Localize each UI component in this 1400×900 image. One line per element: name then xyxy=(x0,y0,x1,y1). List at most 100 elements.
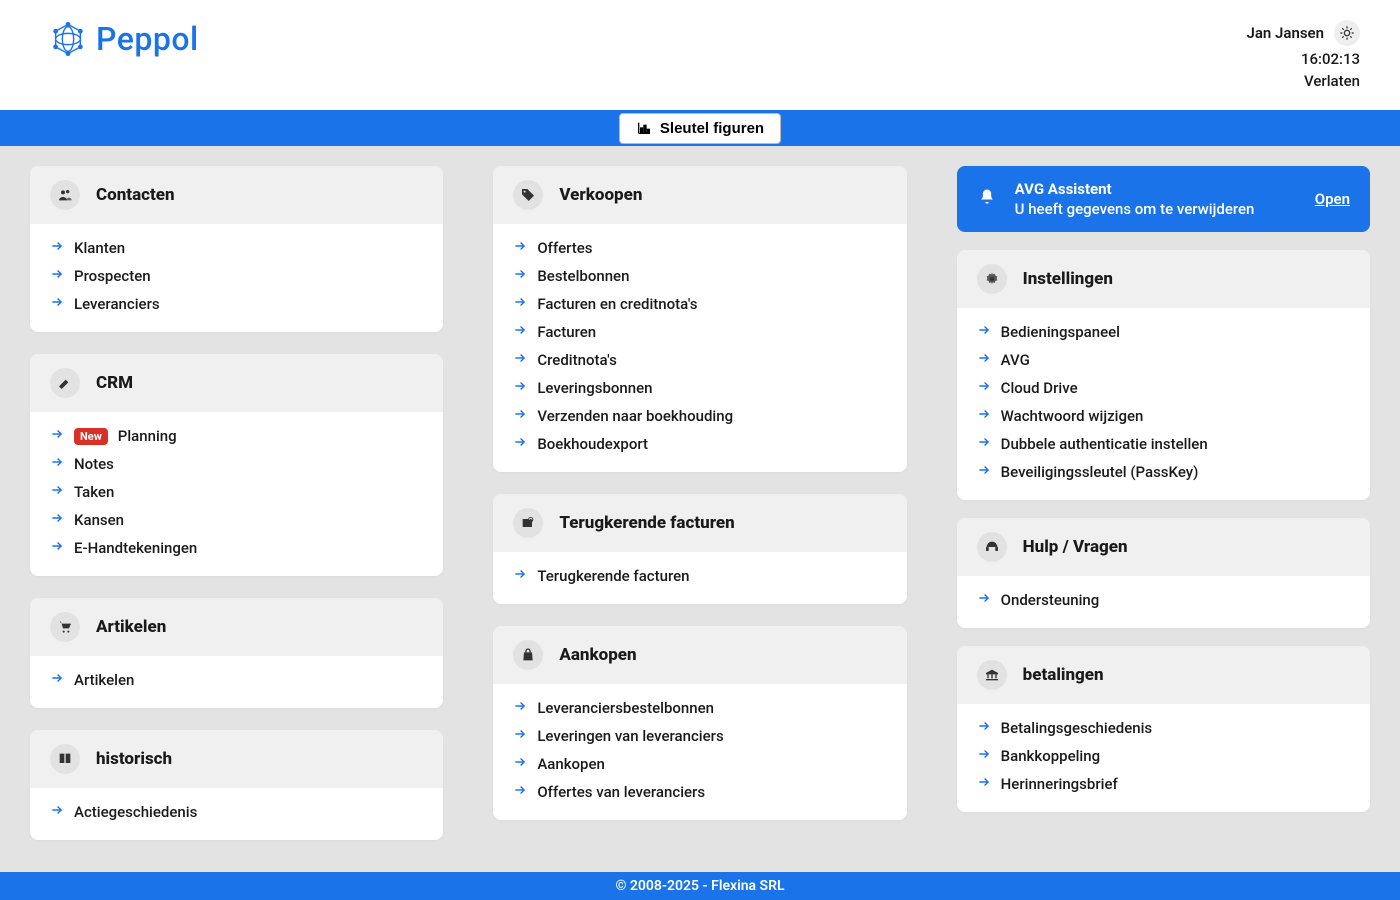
link-boekhoudexport[interactable]: Boekhoudexport xyxy=(513,430,886,458)
arrow-icon xyxy=(50,511,64,529)
link-leveringen-leveranciers[interactable]: Leveringen van leveranciers xyxy=(513,722,886,750)
card-betalingen: betalingen Betalingsgeschiedenis Bankkop… xyxy=(957,646,1370,812)
arrow-icon xyxy=(513,727,527,745)
arrow-icon xyxy=(977,379,991,397)
arrow-icon xyxy=(513,407,527,425)
card-hulp: Hulp / Vragen Ondersteuning xyxy=(957,518,1370,628)
arrow-icon xyxy=(50,803,64,821)
key-figures-label: Sleutel figuren xyxy=(660,120,764,137)
arrow-icon xyxy=(50,295,64,313)
link-kansen[interactable]: Kansen xyxy=(50,506,423,534)
card-header-verkoopen: Verkoopen xyxy=(493,166,906,224)
arrow-icon xyxy=(977,323,991,341)
arrow-icon xyxy=(513,267,527,285)
bank-icon xyxy=(977,660,1007,690)
card-header-terugkerend: Terugkerende facturen xyxy=(493,494,906,552)
card-title: Instellingen xyxy=(1023,269,1113,289)
arrow-icon xyxy=(50,427,64,445)
arrow-icon xyxy=(977,351,991,369)
link-actiegeschiedenis[interactable]: Actiegeschiedenis xyxy=(50,798,423,826)
header-right: Jan Jansen 16:02:13 Verlaten xyxy=(1247,20,1360,90)
card-header-instellingen: Instellingen xyxy=(957,250,1370,308)
arrow-icon xyxy=(513,699,527,717)
card-artikelen: Artikelen Artikelen xyxy=(30,598,443,708)
link-bedieningspaneel[interactable]: Bedieningspaneel xyxy=(977,318,1350,346)
link-offertes-leveranciers[interactable]: Offertes van leveranciers xyxy=(513,778,886,806)
card-verkoopen: Verkoopen Offertes Bestelbonnen Facturen… xyxy=(493,166,906,472)
theme-toggle[interactable] xyxy=(1334,20,1360,46)
card-title: historisch xyxy=(96,749,172,769)
link-notes[interactable]: Notes xyxy=(50,450,423,478)
arrow-icon xyxy=(513,351,527,369)
bag-icon xyxy=(513,640,543,670)
card-aankopen: Aankopen Leveranciersbestelbonnen Leveri… xyxy=(493,626,906,820)
arrow-icon xyxy=(50,455,64,473)
new-badge: New xyxy=(74,428,108,445)
footer: © 2008-2025 - Flexina SRL xyxy=(0,872,1400,900)
alert-title: AVG Assistent xyxy=(1015,180,1297,198)
link-2fa[interactable]: Dubbele authenticatie instellen xyxy=(977,430,1350,458)
link-facturen[interactable]: Facturen xyxy=(513,318,886,346)
app-header: Peppol Jan Jansen 16:02:13 Verlaten xyxy=(0,0,1400,110)
arrow-icon xyxy=(513,323,527,341)
card-terugkerend: Terugkerende facturen Terugkerende factu… xyxy=(493,494,906,604)
link-herinneringsbrief[interactable]: Herinneringsbrief xyxy=(977,770,1350,798)
link-leveranciers[interactable]: Leveranciers xyxy=(50,290,423,318)
link-leveranciersbestelbonnen[interactable]: Leveranciersbestelbonnen xyxy=(513,694,886,722)
sun-icon xyxy=(1339,25,1355,41)
link-prospecten[interactable]: Prospecten xyxy=(50,262,423,290)
bell-icon xyxy=(977,187,997,211)
link-facturen-creditnotas[interactable]: Facturen en creditnota's xyxy=(513,290,886,318)
card-instellingen: Instellingen Bedieningspaneel AVG Cloud … xyxy=(957,250,1370,500)
arrow-icon xyxy=(977,747,991,765)
link-bestelbonnen[interactable]: Bestelbonnen xyxy=(513,262,886,290)
card-title: Hulp / Vragen xyxy=(1023,537,1128,557)
arrow-icon xyxy=(513,295,527,313)
link-wachtwoord[interactable]: Wachtwoord wijzigen xyxy=(977,402,1350,430)
gear-icon xyxy=(977,264,1007,294)
arrow-icon xyxy=(977,775,991,793)
link-e-handtekeningen[interactable]: E-Handtekeningen xyxy=(50,534,423,562)
alert-open-link[interactable]: Open xyxy=(1315,190,1350,208)
card-title: Aankopen xyxy=(559,645,636,665)
link-planning[interactable]: NewPlanning xyxy=(50,422,423,450)
link-avg[interactable]: AVG xyxy=(977,346,1350,374)
link-terugkerende-facturen[interactable]: Terugkerende facturen xyxy=(513,562,886,590)
column-1: Contacten Klanten Prospecten Leverancier… xyxy=(30,166,443,840)
logout-link[interactable]: Verlaten xyxy=(1304,72,1360,90)
arrow-icon xyxy=(977,463,991,481)
link-creditnotas[interactable]: Creditnota's xyxy=(513,346,886,374)
link-verzenden-boekhouding[interactable]: Verzenden naar boekhouding xyxy=(513,402,886,430)
link-taken[interactable]: Taken xyxy=(50,478,423,506)
link-offertes[interactable]: Offertes xyxy=(513,234,886,262)
peppol-logo-icon xyxy=(50,21,86,57)
chart-icon xyxy=(636,120,652,136)
column-3: AVG Assistent U heeft gegevens om te ver… xyxy=(957,166,1370,840)
arrow-icon xyxy=(50,671,64,689)
link-artikelen[interactable]: Artikelen xyxy=(50,666,423,694)
link-passkey[interactable]: Beveiligingssleutel (PassKey) xyxy=(977,458,1350,486)
link-ondersteuning[interactable]: Ondersteuning xyxy=(977,586,1350,614)
book-icon xyxy=(50,744,80,774)
avg-alert: AVG Assistent U heeft gegevens om te ver… xyxy=(957,166,1370,232)
link-bankkoppeling[interactable]: Bankkoppeling xyxy=(977,742,1350,770)
arrow-icon xyxy=(977,591,991,609)
card-historisch: historisch Actiegeschiedenis xyxy=(30,730,443,840)
key-figures-button[interactable]: Sleutel figuren xyxy=(619,113,781,144)
people-icon xyxy=(50,180,80,210)
card-crm: CRM NewPlanning Notes Taken Kansen E-Han… xyxy=(30,354,443,576)
link-leveringsbonnen[interactable]: Leveringsbonnen xyxy=(513,374,886,402)
brand-name: Peppol xyxy=(96,20,199,58)
link-aankopen[interactable]: Aankopen xyxy=(513,750,886,778)
arrow-icon xyxy=(977,435,991,453)
arrow-icon xyxy=(50,267,64,285)
link-betalingsgeschiedenis[interactable]: Betalingsgeschiedenis xyxy=(977,714,1350,742)
card-header-artikelen: Artikelen xyxy=(30,598,443,656)
brand-logo[interactable]: Peppol xyxy=(50,20,199,58)
arrow-icon xyxy=(977,407,991,425)
arrow-icon xyxy=(50,539,64,557)
card-title: Terugkerende facturen xyxy=(559,513,734,533)
footer-text: © 2008-2025 - Flexina SRL xyxy=(615,878,784,894)
link-klanten[interactable]: Klanten xyxy=(50,234,423,262)
link-cloud-drive[interactable]: Cloud Drive xyxy=(977,374,1350,402)
